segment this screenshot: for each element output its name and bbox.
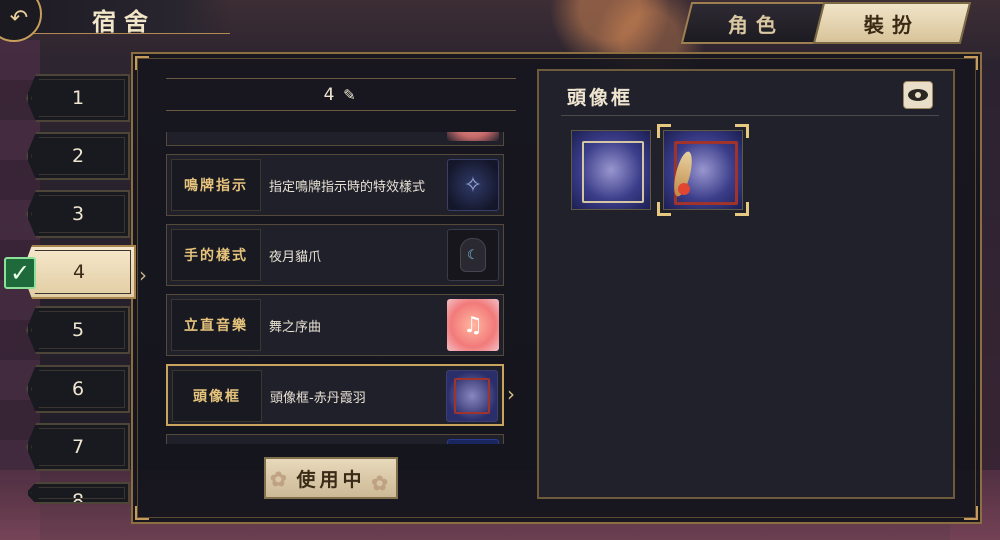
divider [166, 110, 516, 111]
slot-number: 5 [71, 319, 85, 341]
list-item-call-indicator[interactable]: 鳴牌指示 指定鳴牌指示時的特效樣式 ✧ [166, 154, 504, 216]
in-use-label: 使用中 [296, 468, 366, 491]
slot-number: 1 [71, 87, 85, 109]
avatar-frame-icon [446, 370, 498, 422]
slot-number: 7 [71, 436, 85, 458]
slot-number: 8 [71, 490, 85, 504]
title-bar: ↶ 宿舍 [0, 0, 230, 42]
tab-role-label: 角色 [728, 12, 784, 37]
music-note-icon: ♫ [447, 299, 499, 351]
flower-icon: ✿ [371, 471, 392, 495]
list-item-partial[interactable] [166, 434, 504, 444]
list-item-hand-style[interactable]: 手的樣式 夜月貓爪 [166, 224, 504, 286]
page-title: 宿舍 [92, 7, 156, 36]
slot-number: 6 [71, 378, 85, 400]
slot-7[interactable]: 7 [26, 423, 130, 471]
frame-corner-ornament [135, 506, 149, 520]
option-list[interactable]: 鳴牌指示 指定鳴牌指示時的特效樣式 ✧ 手的樣式 夜月貓爪 立直音樂 舞之序曲 … [166, 132, 506, 444]
bead-icon [678, 183, 690, 195]
row-value: 頭像框-赤丹霞羽 [270, 390, 366, 406]
frame-option-crimson-feather[interactable] [663, 130, 743, 210]
slot-5[interactable]: 5 [26, 306, 130, 354]
row-value: 舞之序曲 [269, 319, 322, 335]
thumbnail-icon [447, 132, 499, 141]
chevron-right-icon: › [507, 382, 515, 406]
frame-corner-ornament [964, 506, 978, 520]
row-label: 手的樣式 [171, 229, 261, 281]
check-icon: ✓ [4, 257, 36, 289]
eye-icon[interactable] [903, 81, 933, 109]
list-item-riichi-music[interactable]: 立直音樂 舞之序曲 ♫ [166, 294, 504, 356]
back-arrow-icon: ↶ [9, 5, 29, 31]
row-value: 指定鳴牌指示時的特效樣式 [269, 179, 426, 195]
frame-corner-ornament [135, 56, 149, 70]
flower-icon: ✿ [270, 467, 291, 491]
loadout-number: 4 [323, 85, 335, 105]
loadout-name[interactable]: 4 ✎ [166, 82, 516, 108]
frame-corner-ornament [964, 56, 978, 70]
slot-6[interactable]: 6 [26, 365, 130, 413]
chevron-right-icon: › [139, 263, 147, 287]
slot-number: 2 [71, 145, 85, 167]
slot-number: 3 [71, 203, 85, 225]
slot-4[interactable]: 4 [22, 245, 136, 299]
slot-8[interactable]: 8 [26, 482, 130, 504]
avatar-frame-panel: 頭像框 [537, 69, 955, 499]
list-item-partial[interactable] [166, 132, 504, 146]
edit-icon[interactable]: ✎ [340, 86, 358, 104]
frame-option-default[interactable] [571, 130, 651, 210]
thumbnail-icon [447, 439, 499, 444]
panel-title: 頭像框 [567, 87, 634, 109]
slot-number: 4 [72, 261, 86, 283]
divider [561, 115, 939, 116]
divider [166, 78, 516, 79]
cat-paw-icon [447, 229, 499, 281]
slot-1[interactable]: 1 [26, 74, 130, 122]
list-item-avatar-frame[interactable]: 頭像框 頭像框-赤丹霞羽 [166, 364, 504, 426]
tab-role[interactable]: 角色 [680, 2, 832, 44]
row-label: 鳴牌指示 [171, 159, 261, 211]
tab-dress-up-label: 裝扮 [864, 12, 920, 37]
effect-icon: ✧ [447, 159, 499, 211]
tab-dress-up[interactable]: 裝扮 [812, 2, 972, 44]
row-label: 立直音樂 [171, 299, 261, 351]
row-label: 頭像框 [172, 370, 262, 422]
slot-2[interactable]: 2 [26, 132, 130, 180]
in-use-button[interactable]: ✿ 使用中 ✿ [264, 457, 398, 499]
slot-3[interactable]: 3 [26, 190, 130, 238]
row-value: 夜月貓爪 [269, 249, 322, 265]
